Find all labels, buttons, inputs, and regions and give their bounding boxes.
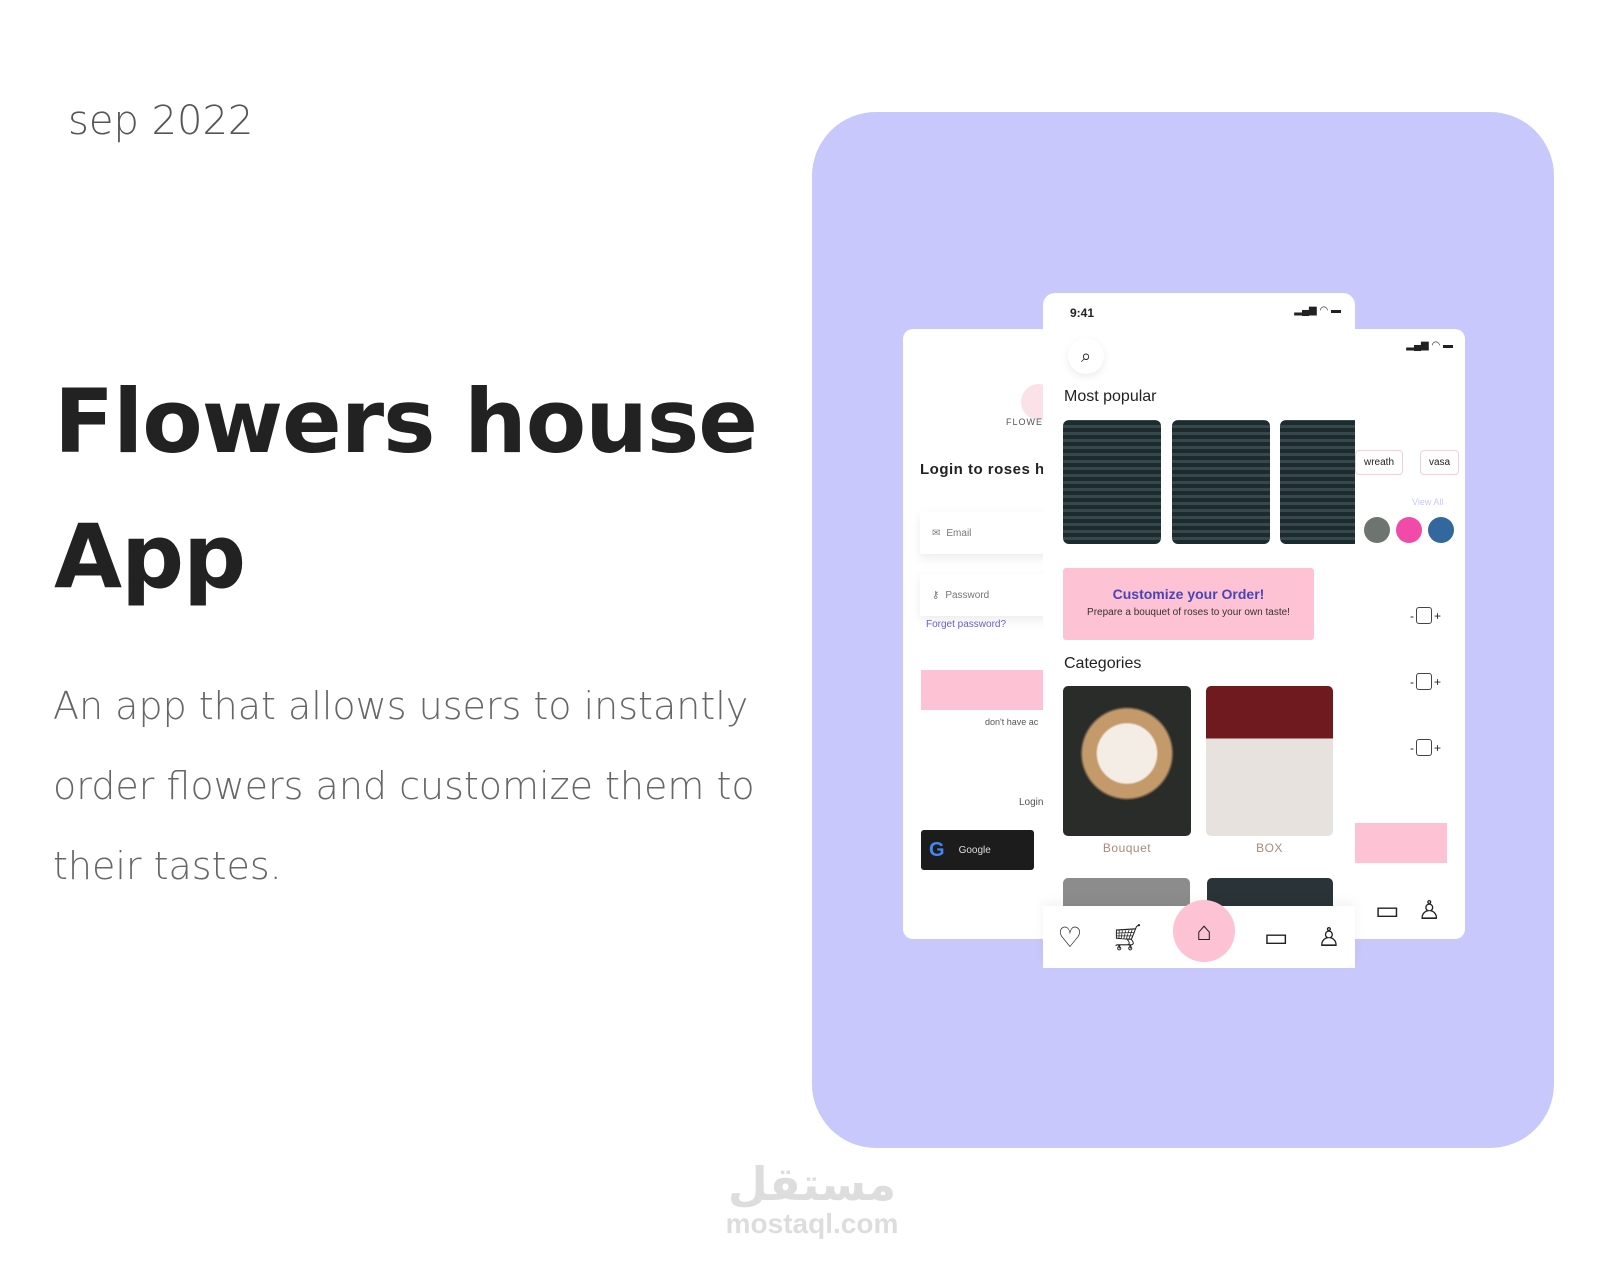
page-title-line1: Flowers house — [54, 370, 758, 473]
minus-button[interactable]: - — [1410, 675, 1414, 689]
google-label: Google — [958, 844, 991, 856]
quantity-stepper[interactable]: - + — [1410, 739, 1441, 756]
user-icon[interactable]: ♙ — [1317, 922, 1340, 953]
home-button[interactable]: ⌂ — [1173, 900, 1236, 962]
status-icons: ▂▄▆ ◠ ▬ — [1406, 340, 1453, 351]
page-title-line2: App — [54, 505, 246, 608]
date-label: sep 2022 — [68, 98, 254, 144]
plus-button[interactable]: + — [1434, 675, 1441, 689]
banner-title: Customize your Order! — [1112, 586, 1265, 602]
watermark: مستقل mostaql.com — [712, 1160, 912, 1240]
calendar-icon[interactable]: ▭ — [1264, 922, 1289, 953]
categories-heading: Categories — [1064, 655, 1142, 672]
most-popular-heading: Most popular — [1064, 388, 1157, 405]
popular-item-image[interactable] — [1172, 420, 1270, 544]
no-account-text: don't have ac — [985, 717, 1039, 727]
view-all-link[interactable]: View All — [1412, 497, 1443, 507]
home-screen: 9:41 ▂▄▆ ◠ ▬ ⌕ Most popular Customize yo… — [1043, 293, 1355, 968]
quantity-box — [1416, 607, 1432, 624]
password-placeholder: Password — [945, 589, 990, 601]
search-button[interactable]: ⌕ — [1068, 338, 1104, 374]
category-box-label[interactable]: BOX — [1206, 841, 1333, 855]
quantity-box — [1416, 673, 1432, 690]
quantity-stepper[interactable]: - + — [1410, 673, 1441, 690]
description-line: their tastes. — [53, 844, 282, 888]
category-bouquet-image[interactable] — [1063, 686, 1191, 836]
quantity-stepper[interactable]: - + — [1410, 607, 1441, 624]
mail-icon: ✉ — [932, 527, 941, 539]
heart-icon[interactable]: ♡ — [1057, 921, 1082, 954]
google-icon: G — [929, 838, 945, 861]
user-icon[interactable]: ♙ — [1418, 895, 1441, 926]
home-icon: ⌂ — [1196, 915, 1212, 946]
chip-wreath[interactable]: wreath — [1355, 450, 1404, 475]
forgot-password-link[interactable]: Forget password? — [926, 619, 1006, 630]
calendar-icon[interactable]: ▭ — [1375, 895, 1400, 926]
chip-vasa[interactable]: vasa — [1420, 450, 1460, 475]
popular-item-image[interactable] — [1063, 420, 1161, 544]
category-box-image[interactable] — [1206, 686, 1333, 836]
cart-icon[interactable]: 🛒︎ — [1111, 922, 1144, 953]
color-swatch[interactable] — [1364, 517, 1390, 543]
plus-button[interactable]: + — [1434, 609, 1441, 623]
color-swatch[interactable] — [1428, 517, 1454, 543]
right-nav: ▭ ♙ — [1375, 895, 1441, 926]
plus-button[interactable]: + — [1434, 741, 1441, 755]
minus-button[interactable]: - — [1410, 609, 1414, 623]
watermark-latin: mostaql.com — [725, 1208, 899, 1239]
google-login-button[interactable]: G Google — [921, 830, 1034, 870]
description-line: order flowers and customize them to — [53, 764, 755, 808]
email-placeholder: Email — [946, 527, 972, 539]
login-link[interactable]: Login — [1019, 797, 1043, 808]
status-time: 9:41 — [1070, 306, 1095, 320]
watermark-arabic: مستقل — [727, 1157, 897, 1211]
quantity-box — [1416, 739, 1432, 756]
banner-subtitle: Prepare a bouquet of roses to your own t… — [1087, 607, 1290, 618]
status-icons: ▂▄▆ ◠ ▬ — [1294, 305, 1341, 316]
login-heading: Login to roses h — [920, 461, 1045, 478]
description-line: An app that allows users to instantly — [53, 684, 749, 728]
search-icon: ⌕ — [1080, 345, 1092, 366]
minus-button[interactable]: - — [1410, 741, 1414, 755]
popular-item-image[interactable] — [1280, 420, 1355, 544]
customize-banner[interactable]: Customize your Order! Prepare a bouquet … — [1063, 568, 1314, 640]
color-swatch[interactable] — [1396, 517, 1422, 543]
bottom-nav: ♡ 🛒︎ ⌂ ▭ ♙ — [1043, 900, 1355, 968]
category-bouquet-label[interactable]: Bouquet — [1063, 841, 1191, 855]
key-icon: ⚷ — [932, 589, 940, 601]
